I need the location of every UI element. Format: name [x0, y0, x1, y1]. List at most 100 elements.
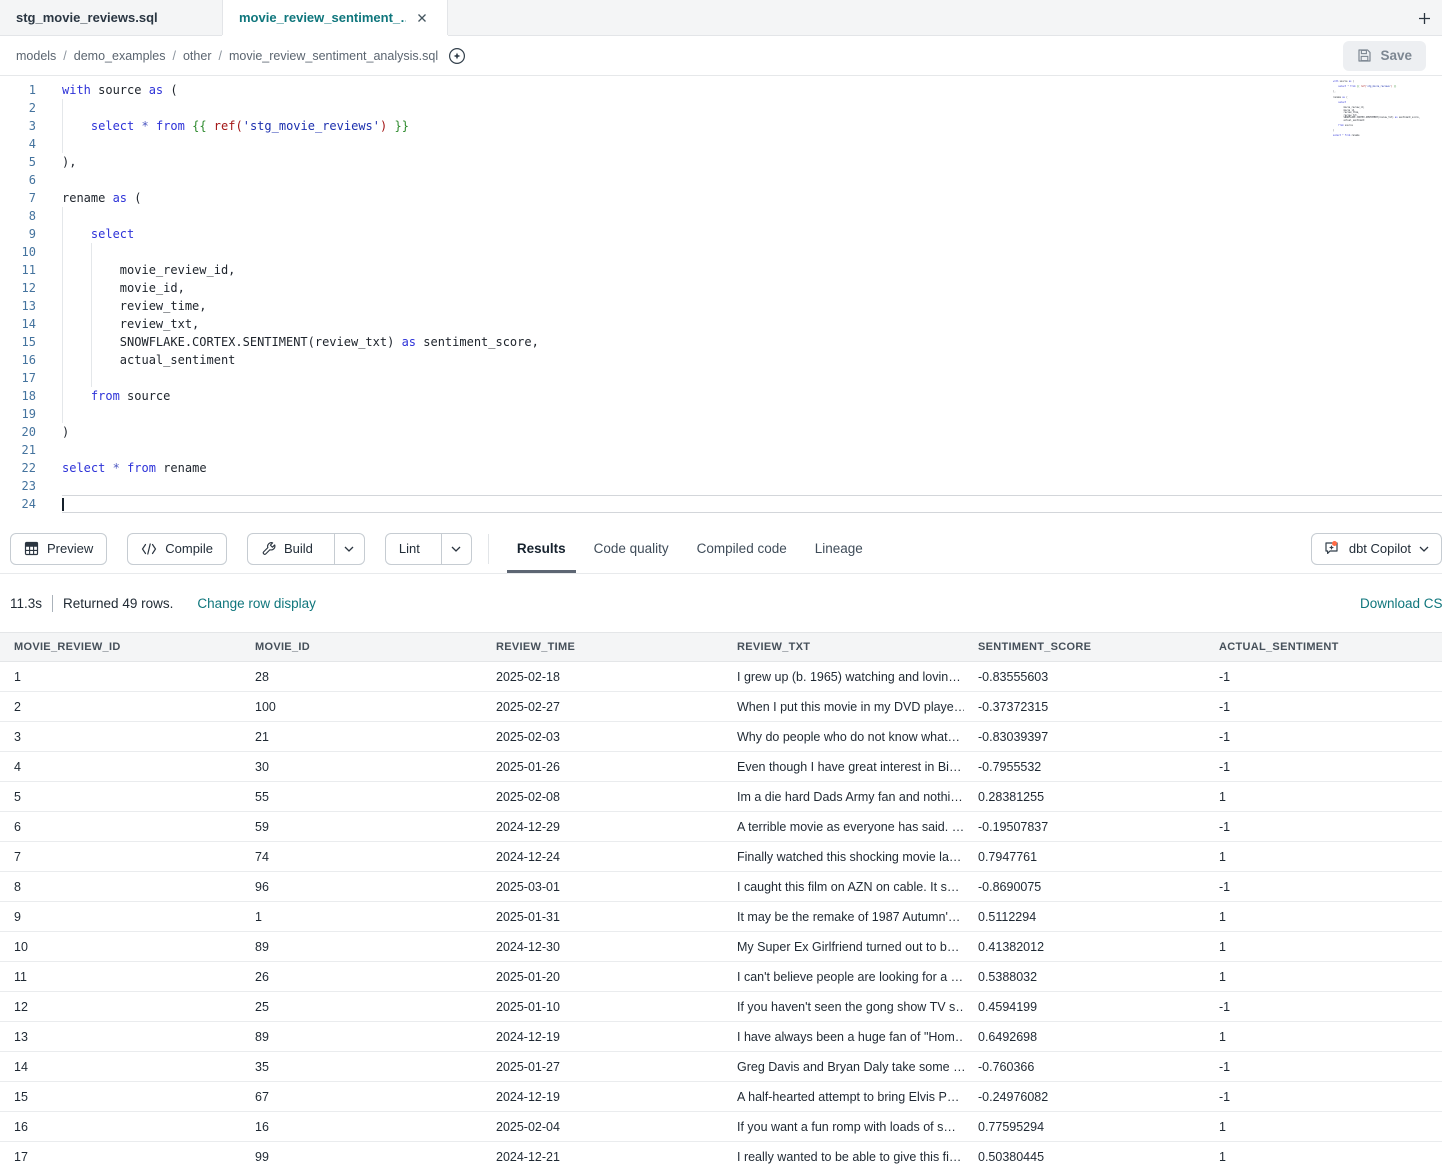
- code-line: [62, 495, 1442, 513]
- line-number: 22: [0, 459, 36, 477]
- review-text: Im a die hard Dads Army fan and nothi…: [737, 790, 963, 804]
- indent-guide: [62, 135, 63, 153]
- cell-review_time: 2025-01-20: [482, 962, 723, 992]
- cell-movie_id: 21: [241, 722, 482, 752]
- results-view-tab-code-quality[interactable]: Code quality: [580, 524, 683, 573]
- line-number: 15: [0, 333, 36, 351]
- review-text: It may be the remake of 1987 Autumn'…: [737, 910, 960, 924]
- cell-sentiment_score: 0.5388032: [964, 962, 1205, 992]
- cell-actual_sentiment: -1: [1205, 752, 1442, 782]
- breadcrumb-segment[interactable]: models: [16, 49, 56, 63]
- cell-movie_review_id: 1: [0, 662, 241, 692]
- indent-guide: [91, 297, 92, 315]
- results-view-tab-lineage[interactable]: Lineage: [801, 524, 877, 573]
- meta-divider: [52, 595, 53, 612]
- breadcrumb-segment[interactable]: demo_examples: [74, 49, 166, 63]
- build-split-button: Build: [247, 533, 365, 565]
- cell-movie_id: 25: [241, 992, 482, 1022]
- lint-button[interactable]: Lint: [386, 534, 433, 564]
- compile-label: Compile: [165, 541, 213, 556]
- code-line: [62, 99, 1442, 117]
- cell-review_txt: When I put this movie in my DVD playe…: [723, 692, 964, 722]
- build-button[interactable]: Build: [248, 534, 326, 564]
- line-number-gutter: 123456789101112131415161718192021222324: [0, 81, 44, 524]
- code-line: [62, 135, 1442, 153]
- results-view-tab-results[interactable]: Results: [503, 524, 580, 573]
- compile-button[interactable]: Compile: [127, 533, 227, 565]
- cell-movie_review_id: 6: [0, 812, 241, 842]
- line-number: 11: [0, 261, 36, 279]
- cell-movie_review_id: 17: [0, 1142, 241, 1166]
- copilot-spark-dot: [1332, 541, 1337, 546]
- tab-stg-movie-reviews[interactable]: stg_movie_reviews.sql: [0, 0, 222, 35]
- cell-review_txt: Even though I have great interest in Bi…: [723, 752, 964, 782]
- review-text: A terrible movie as everyone has said. …: [737, 820, 964, 834]
- cell-movie_review_id: 3: [0, 722, 241, 752]
- tab-movie-review-sentiment-analysis[interactable]: movie_review_sentiment_…: [222, 0, 448, 35]
- cell-sentiment_score: -0.24976082: [964, 1082, 1205, 1112]
- review-text: I can't believe people are looking for a…: [737, 970, 963, 984]
- cell-sentiment_score: -0.83555603: [964, 662, 1205, 692]
- table-row: 912025-01-31It may be the remake of 1987…: [0, 902, 1442, 932]
- table-row: 17992024-12-21I really wanted to be able…: [0, 1142, 1442, 1166]
- cell-actual_sentiment: 1: [1205, 962, 1442, 992]
- toolbar-divider: [488, 534, 489, 564]
- query-results-table: MOVIE_REVIEW_IDMOVIE_IDREVIEW_TIMEREVIEW…: [0, 632, 1442, 1166]
- save-button[interactable]: Save: [1343, 41, 1426, 71]
- cell-review_time: 2025-02-03: [482, 722, 723, 752]
- copilot-circle-icon[interactable]: [448, 47, 466, 65]
- breadcrumb-segment[interactable]: movie_review_sentiment_analysis.sql: [229, 49, 438, 63]
- breadcrumb-segment[interactable]: other: [183, 49, 212, 63]
- expand-review-button[interactable]: [963, 1120, 964, 1134]
- tab-label: movie_review_sentiment_…: [239, 10, 406, 25]
- dbt-copilot-button[interactable]: dbt Copilot: [1311, 533, 1442, 565]
- review-text: I really wanted to be able to give this …: [737, 1150, 961, 1164]
- cell-review_txt: If you haven't seen the gong show TV s…: [723, 992, 964, 1022]
- cell-movie_review_id: 11: [0, 962, 241, 992]
- lint-dropdown[interactable]: [441, 534, 471, 564]
- line-number: 21: [0, 441, 36, 459]
- table-row: 6592024-12-29A terrible movie as everyon…: [0, 812, 1442, 842]
- cell-movie_review_id: 15: [0, 1082, 241, 1112]
- line-number: 23: [0, 477, 36, 495]
- line-number: 2: [0, 99, 36, 117]
- cell-movie_id: 74: [241, 842, 482, 872]
- close-tab-icon[interactable]: [414, 9, 431, 27]
- build-dropdown[interactable]: [334, 534, 364, 564]
- code-line: ): [62, 423, 1442, 441]
- review-text: Why do people who do not know what…: [737, 730, 960, 744]
- row-count-summary: Returned 49 rows.: [63, 596, 173, 611]
- results-view-tab-compiled-code[interactable]: Compiled code: [683, 524, 801, 573]
- cell-actual_sentiment: 1: [1205, 782, 1442, 812]
- cell-actual_sentiment: -1: [1205, 1082, 1442, 1112]
- sql-code-editor: 123456789101112131415161718192021222324 …: [0, 76, 1442, 524]
- indent-guide: [62, 207, 63, 225]
- cell-review_txt: Im a die hard Dads Army fan and nothi…: [723, 782, 964, 812]
- editor-minimap[interactable]: with source as ( select * from {{ ref('s…: [1330, 79, 1442, 145]
- cell-movie_id: 55: [241, 782, 482, 812]
- indent-guide: [91, 351, 92, 369]
- code-area[interactable]: with source as ( select * from {{ ref('s…: [44, 81, 1442, 524]
- indent-guide: [62, 405, 63, 423]
- preview-button[interactable]: Preview: [10, 533, 107, 565]
- cell-sentiment_score: 0.5112294: [964, 902, 1205, 932]
- review-text: Even though I have great interest in Bi…: [737, 760, 961, 774]
- cell-sentiment_score: 0.28381255: [964, 782, 1205, 812]
- code-line: from source: [62, 387, 1442, 405]
- download-csv-link[interactable]: Download CSV: [1360, 596, 1442, 611]
- build-label: Build: [284, 541, 313, 556]
- cell-actual_sentiment: 1: [1205, 842, 1442, 872]
- indent-guide: [62, 261, 63, 279]
- new-tab-button[interactable]: [1406, 0, 1442, 36]
- cell-review_time: 2025-03-01: [482, 872, 723, 902]
- cell-movie_review_id: 9: [0, 902, 241, 932]
- copilot-label: dbt Copilot: [1349, 541, 1411, 556]
- cell-movie_id: 30: [241, 752, 482, 782]
- code-line: select * from {{ ref('stg_movie_reviews'…: [62, 117, 1442, 135]
- change-row-display-link[interactable]: Change row display: [197, 596, 316, 611]
- cell-review_txt: I have always been a huge fan of "Hom…: [723, 1022, 964, 1052]
- table-row: 11262025-01-20I can't believe people are…: [0, 962, 1442, 992]
- column-header: ACTUAL_SENTIMENT: [1205, 633, 1442, 662]
- line-number: 12: [0, 279, 36, 297]
- line-number: 13: [0, 297, 36, 315]
